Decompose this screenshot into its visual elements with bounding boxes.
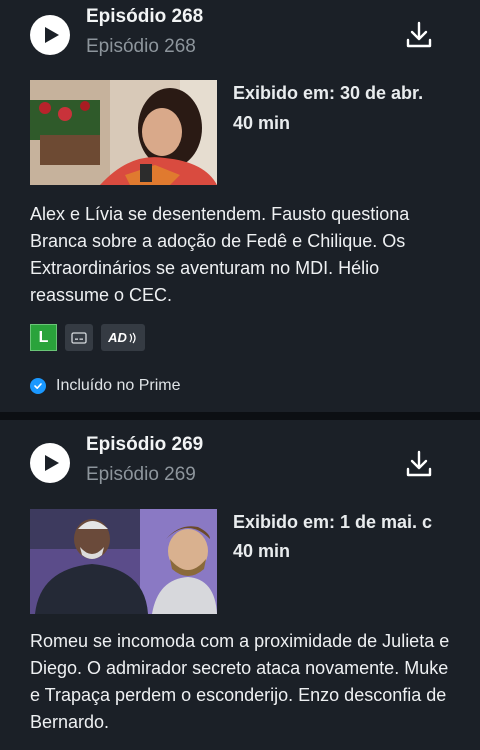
episode-thumbnail[interactable] — [30, 80, 217, 185]
episode-synopsis: Romeu se incomoda com a proximidade de J… — [30, 631, 450, 732]
episode-synopsis: Alex e Lívia se desentendem. Fausto ques… — [30, 204, 410, 305]
check-icon — [30, 378, 46, 394]
episode-card-269: Episódio 269 Episódio 269 Exibido em: 1 … — [0, 420, 480, 750]
audio-description-icon: AD — [101, 324, 145, 351]
episode-duration: 40 min — [233, 113, 291, 133]
episode-thumbnail[interactable] — [30, 509, 217, 614]
episode-subtitle: Episódio 268 — [86, 36, 196, 57]
rating-badge: L — [30, 324, 57, 351]
episode-duration: 40 min — [233, 541, 291, 561]
card-divider — [0, 412, 480, 420]
episode-card-268: Episódio 268 Episódio 268 Exibido em: 30… — [0, 0, 480, 412]
episode-title: Episódio 268 — [86, 6, 204, 27]
aired-date: Exibido em: 1 de mai. c — [233, 512, 433, 532]
download-icon[interactable] — [404, 20, 434, 50]
play-button[interactable] — [30, 15, 70, 55]
badge-row: L AD — [30, 324, 145, 351]
play-icon — [44, 27, 59, 43]
subtitles-icon — [65, 324, 93, 351]
episode-subtitle: Episódio 269 — [86, 464, 196, 485]
prime-label: Incluído no Prime — [56, 377, 181, 394]
episode-title: Episódio 269 — [86, 434, 204, 455]
play-icon — [44, 455, 59, 471]
prime-inclusion: Incluído no Prime — [30, 377, 181, 395]
download-icon[interactable] — [404, 449, 434, 479]
aired-date: Exibido em: 30 de abr. — [233, 83, 424, 103]
audio-description-label: AD — [108, 330, 127, 345]
play-button[interactable] — [30, 443, 70, 483]
